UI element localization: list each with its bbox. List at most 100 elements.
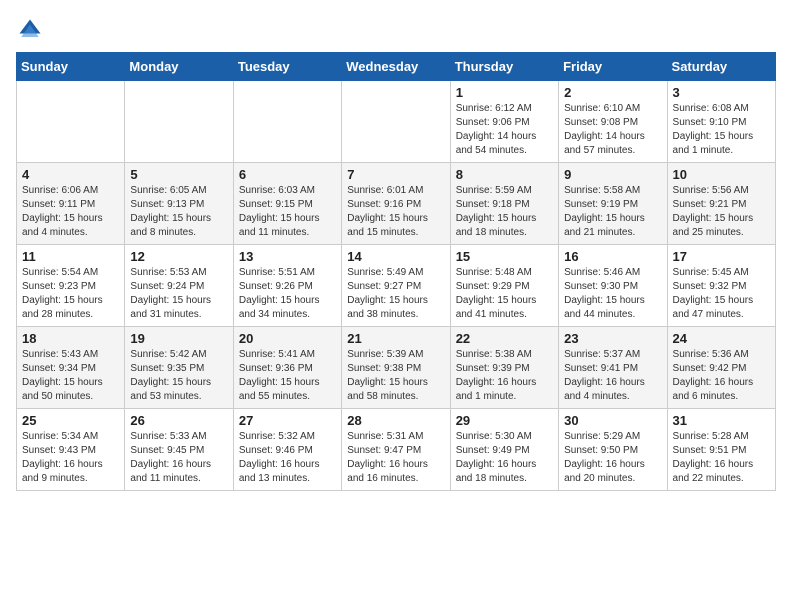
day-cell: 28 Sunrise: 5:31 AM Sunset: 9:47 PM Dayli… (342, 409, 450, 491)
day-info: Sunrise: 5:51 AM Sunset: 9:26 PM Dayligh… (239, 266, 336, 322)
day-cell: 2Sunrise: 6:10 AM Sunset: 9:08 PM Daylig… (559, 81, 667, 163)
day-info: Sunrise: 5:45 AM Sunset: 9:32 PM Dayligh… (673, 266, 770, 322)
day-info: Sunrise: 5:49 AM Sunset: 9:27 PM Dayligh… (347, 266, 444, 322)
day-cell (342, 81, 450, 163)
day-cell: 14 Sunrise: 5:49 AM Sunset: 9:27 PM Dayli… (342, 245, 450, 327)
day-number: 26 (130, 413, 227, 428)
col-header-sunday: Sunday (17, 53, 125, 81)
day-info: Sunrise: 5:58 AM Sunset: 9:19 PM Dayligh… (564, 184, 661, 240)
day-info: Sunrise: 5:34 AM Sunset: 9:43 PM Dayligh… (22, 430, 119, 486)
day-number: 24 (673, 331, 770, 346)
day-info: Sunrise: 5:28 AM Sunset: 9:51 PM Dayligh… (673, 430, 770, 486)
day-number: 5 (130, 167, 227, 182)
col-header-saturday: Saturday (667, 53, 775, 81)
day-info: Sunrise: 6:03 AM Sunset: 9:15 PM Dayligh… (239, 184, 336, 240)
day-cell: 26 Sunrise: 5:33 AM Sunset: 9:45 PM Dayli… (125, 409, 233, 491)
day-number: 11 (22, 249, 119, 264)
day-number: 13 (239, 249, 336, 264)
day-number: 3 (673, 85, 770, 100)
page-header (16, 16, 776, 44)
day-number: 20 (239, 331, 336, 346)
day-number: 9 (564, 167, 661, 182)
week-row-5: 25 Sunrise: 5:34 AM Sunset: 9:43 PM Dayli… (17, 409, 776, 491)
col-header-wednesday: Wednesday (342, 53, 450, 81)
day-number: 30 (564, 413, 661, 428)
day-number: 1 (456, 85, 553, 100)
day-number: 16 (564, 249, 661, 264)
day-number: 15 (456, 249, 553, 264)
day-cell: 20Sunrise: 5:41 AM Sunset: 9:36 PM Dayli… (233, 327, 341, 409)
day-number: 23 (564, 331, 661, 346)
day-number: 18 (22, 331, 119, 346)
day-cell: 10 Sunrise: 5:56 AM Sunset: 9:21 PM Dayli… (667, 163, 775, 245)
week-row-3: 11 Sunrise: 5:54 AM Sunset: 9:23 PM Dayli… (17, 245, 776, 327)
day-number: 17 (673, 249, 770, 264)
calendar-table: SundayMondayTuesdayWednesdayThursdayFrid… (16, 52, 776, 491)
day-cell: 23 Sunrise: 5:37 AM Sunset: 9:41 PM Dayli… (559, 327, 667, 409)
week-row-2: 4 Sunrise: 6:06 AM Sunset: 9:11 PM Daylig… (17, 163, 776, 245)
day-cell: 25 Sunrise: 5:34 AM Sunset: 9:43 PM Dayli… (17, 409, 125, 491)
day-info: Sunrise: 6:05 AM Sunset: 9:13 PM Dayligh… (130, 184, 227, 240)
day-cell: 16 Sunrise: 5:46 AM Sunset: 9:30 PM Dayli… (559, 245, 667, 327)
day-number: 31 (673, 413, 770, 428)
day-info: Sunrise: 5:30 AM Sunset: 9:49 PM Dayligh… (456, 430, 553, 486)
day-info: Sunrise: 5:39 AM Sunset: 9:38 PM Dayligh… (347, 348, 444, 404)
day-cell: 13 Sunrise: 5:51 AM Sunset: 9:26 PM Dayli… (233, 245, 341, 327)
week-row-1: 1 Sunrise: 6:12 AM Sunset: 9:06 PM Daylig… (17, 81, 776, 163)
day-cell: 9 Sunrise: 5:58 AM Sunset: 9:19 PM Daylig… (559, 163, 667, 245)
col-header-tuesday: Tuesday (233, 53, 341, 81)
day-cell: 22Sunrise: 5:38 AM Sunset: 9:39 PM Dayli… (450, 327, 558, 409)
header-row: SundayMondayTuesdayWednesdayThursdayFrid… (17, 53, 776, 81)
day-cell: 30Sunrise: 5:29 AM Sunset: 9:50 PM Dayli… (559, 409, 667, 491)
day-info: Sunrise: 5:36 AM Sunset: 9:42 PM Dayligh… (673, 348, 770, 404)
day-cell: 31 Sunrise: 5:28 AM Sunset: 9:51 PM Dayli… (667, 409, 775, 491)
day-cell: 19Sunrise: 5:42 AM Sunset: 9:35 PM Dayli… (125, 327, 233, 409)
day-number: 27 (239, 413, 336, 428)
day-info: Sunrise: 6:06 AM Sunset: 9:11 PM Dayligh… (22, 184, 119, 240)
day-number: 28 (347, 413, 444, 428)
day-number: 4 (22, 167, 119, 182)
col-header-monday: Monday (125, 53, 233, 81)
col-header-thursday: Thursday (450, 53, 558, 81)
day-number: 7 (347, 167, 444, 182)
day-info: Sunrise: 6:08 AM Sunset: 9:10 PM Dayligh… (673, 102, 770, 158)
day-info: Sunrise: 5:33 AM Sunset: 9:45 PM Dayligh… (130, 430, 227, 486)
week-row-4: 18Sunrise: 5:43 AM Sunset: 9:34 PM Dayli… (17, 327, 776, 409)
day-cell: 27 Sunrise: 5:32 AM Sunset: 9:46 PM Dayli… (233, 409, 341, 491)
logo (16, 16, 48, 44)
day-cell: 24 Sunrise: 5:36 AM Sunset: 9:42 PM Dayli… (667, 327, 775, 409)
day-info: Sunrise: 5:31 AM Sunset: 9:47 PM Dayligh… (347, 430, 444, 486)
day-info: Sunrise: 5:54 AM Sunset: 9:23 PM Dayligh… (22, 266, 119, 322)
day-info: Sunrise: 5:48 AM Sunset: 9:29 PM Dayligh… (456, 266, 553, 322)
day-info: Sunrise: 5:56 AM Sunset: 9:21 PM Dayligh… (673, 184, 770, 240)
logo-icon (16, 16, 44, 44)
day-number: 6 (239, 167, 336, 182)
day-info: Sunrise: 5:46 AM Sunset: 9:30 PM Dayligh… (564, 266, 661, 322)
day-number: 14 (347, 249, 444, 264)
day-cell (17, 81, 125, 163)
day-info: Sunrise: 5:53 AM Sunset: 9:24 PM Dayligh… (130, 266, 227, 322)
day-number: 2 (564, 85, 661, 100)
day-cell: 1 Sunrise: 6:12 AM Sunset: 9:06 PM Daylig… (450, 81, 558, 163)
day-info: Sunrise: 6:12 AM Sunset: 9:06 PM Dayligh… (456, 102, 553, 158)
day-number: 21 (347, 331, 444, 346)
day-cell: 7Sunrise: 6:01 AM Sunset: 9:16 PM Daylig… (342, 163, 450, 245)
day-info: Sunrise: 5:32 AM Sunset: 9:46 PM Dayligh… (239, 430, 336, 486)
day-number: 29 (456, 413, 553, 428)
day-info: Sunrise: 5:37 AM Sunset: 9:41 PM Dayligh… (564, 348, 661, 404)
day-cell: 11 Sunrise: 5:54 AM Sunset: 9:23 PM Dayli… (17, 245, 125, 327)
col-header-friday: Friday (559, 53, 667, 81)
day-cell: 29 Sunrise: 5:30 AM Sunset: 9:49 PM Dayli… (450, 409, 558, 491)
day-cell: 4 Sunrise: 6:06 AM Sunset: 9:11 PM Daylig… (17, 163, 125, 245)
day-cell: 15 Sunrise: 5:48 AM Sunset: 9:29 PM Dayli… (450, 245, 558, 327)
day-cell: 6 Sunrise: 6:03 AM Sunset: 9:15 PM Daylig… (233, 163, 341, 245)
day-cell: 18Sunrise: 5:43 AM Sunset: 9:34 PM Dayli… (17, 327, 125, 409)
day-number: 22 (456, 331, 553, 346)
day-cell (233, 81, 341, 163)
day-cell: 17 Sunrise: 5:45 AM Sunset: 9:32 PM Dayli… (667, 245, 775, 327)
day-cell: 12Sunrise: 5:53 AM Sunset: 9:24 PM Dayli… (125, 245, 233, 327)
day-number: 25 (22, 413, 119, 428)
day-cell: 8Sunrise: 5:59 AM Sunset: 9:18 PM Daylig… (450, 163, 558, 245)
day-info: Sunrise: 5:59 AM Sunset: 9:18 PM Dayligh… (456, 184, 553, 240)
day-number: 10 (673, 167, 770, 182)
